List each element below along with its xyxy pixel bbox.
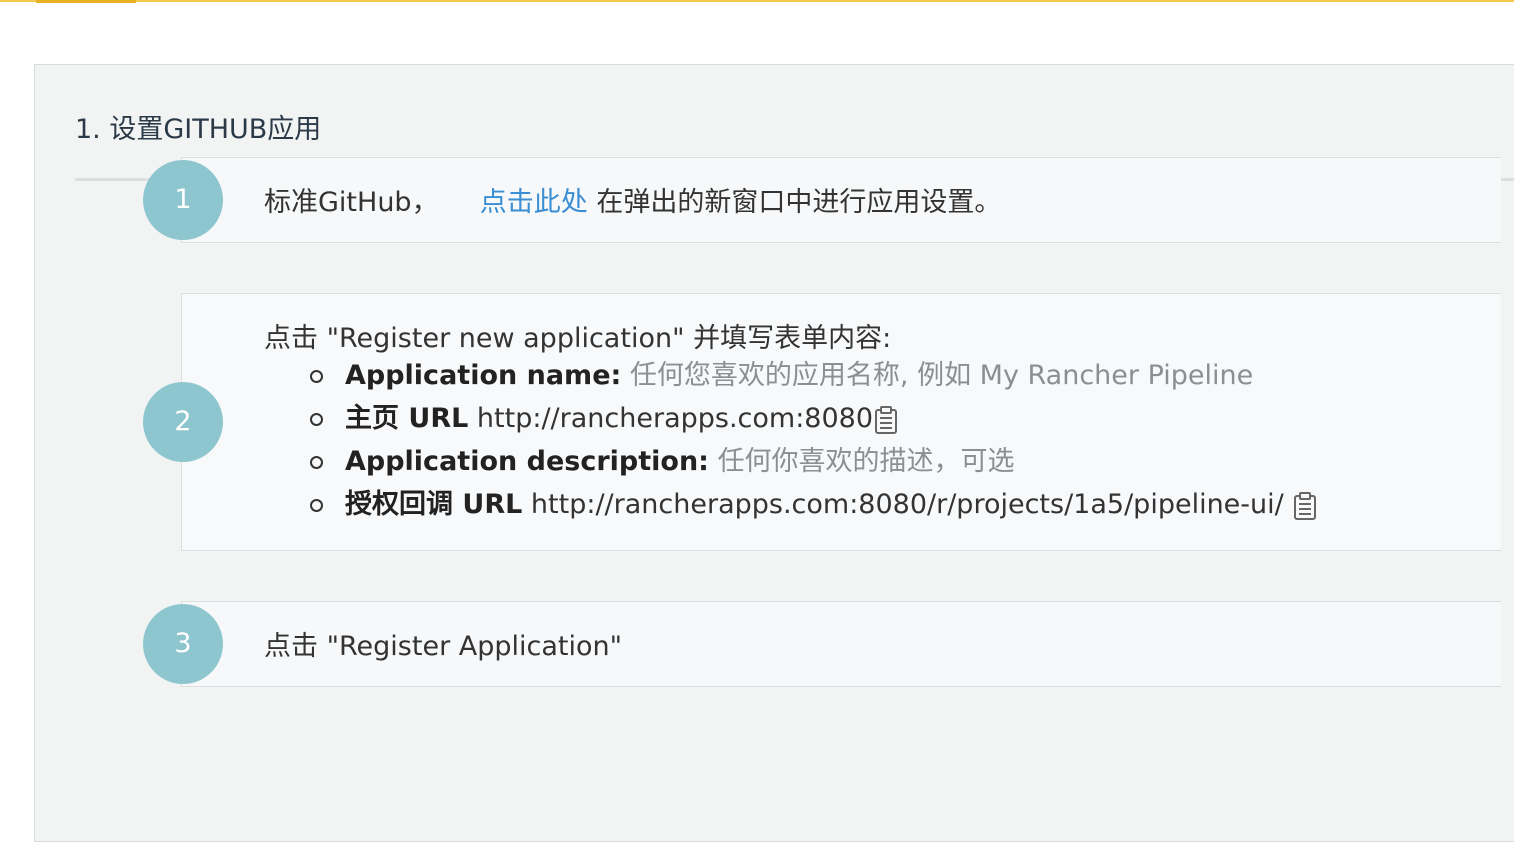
- field-hint: 任何您喜欢的应用名称, 例如 My Rancher Pipeline: [629, 360, 1254, 391]
- field-label: 主页 URL: [345, 403, 469, 434]
- bullet-icon: [310, 456, 323, 469]
- field-label: 授权回调 URL: [345, 489, 523, 520]
- field-hint: 任何你喜欢的描述，可选: [717, 446, 1015, 477]
- bullet-icon: [310, 499, 323, 512]
- step-1-text: 标准GitHub， 点击此处 在弹出的新窗口中进行应用设置。: [264, 180, 1001, 219]
- list-item-app-description: Application description: 任何你喜欢的描述，可选: [300, 440, 1318, 483]
- clipboard-icon[interactable]: [873, 405, 899, 435]
- step-1-text-before: 标准GitHub，: [264, 187, 439, 218]
- step-1-text-after: 在弹出的新窗口中进行应用设置。: [596, 187, 1002, 218]
- accent-line: [0, 0, 1514, 2]
- field-label: Application name:: [345, 360, 622, 391]
- list-item-app-name: Application name: 任何您喜欢的应用名称, 例如 My Ranc…: [300, 354, 1318, 397]
- field-label: Application description:: [345, 446, 709, 477]
- clipboard-icon[interactable]: [1292, 491, 1318, 521]
- section-title: 1. 设置GITHUB应用: [75, 114, 322, 145]
- active-tab-indicator: [36, 0, 136, 3]
- step-1-number: 1: [143, 160, 223, 240]
- bullet-icon: [310, 370, 323, 383]
- bullet-icon: [310, 413, 323, 426]
- click-here-link[interactable]: 点击此处: [480, 187, 588, 218]
- list-item-callback-url: 授权回调 URL http://rancherapps.com:8080/r/p…: [300, 483, 1318, 526]
- step-3-text: 点击 "Register Application": [264, 631, 623, 662]
- homepage-url-value: http://rancherapps.com:8080: [476, 403, 874, 434]
- list-item-homepage-url: 主页 URL http://rancherapps.com:8080: [300, 397, 1318, 440]
- form-fields-list: Application name: 任何您喜欢的应用名称, 例如 My Ranc…: [300, 354, 1318, 526]
- step-2-number: 2: [143, 382, 223, 462]
- step-3-number: 3: [143, 604, 223, 684]
- top-accent-bar: [0, 0, 1514, 3]
- step-2-intro: 点击 "Register new application" 并填写表单内容:: [264, 323, 892, 354]
- callback-url-value: http://rancherapps.com:8080/r/projects/1…: [530, 489, 1284, 520]
